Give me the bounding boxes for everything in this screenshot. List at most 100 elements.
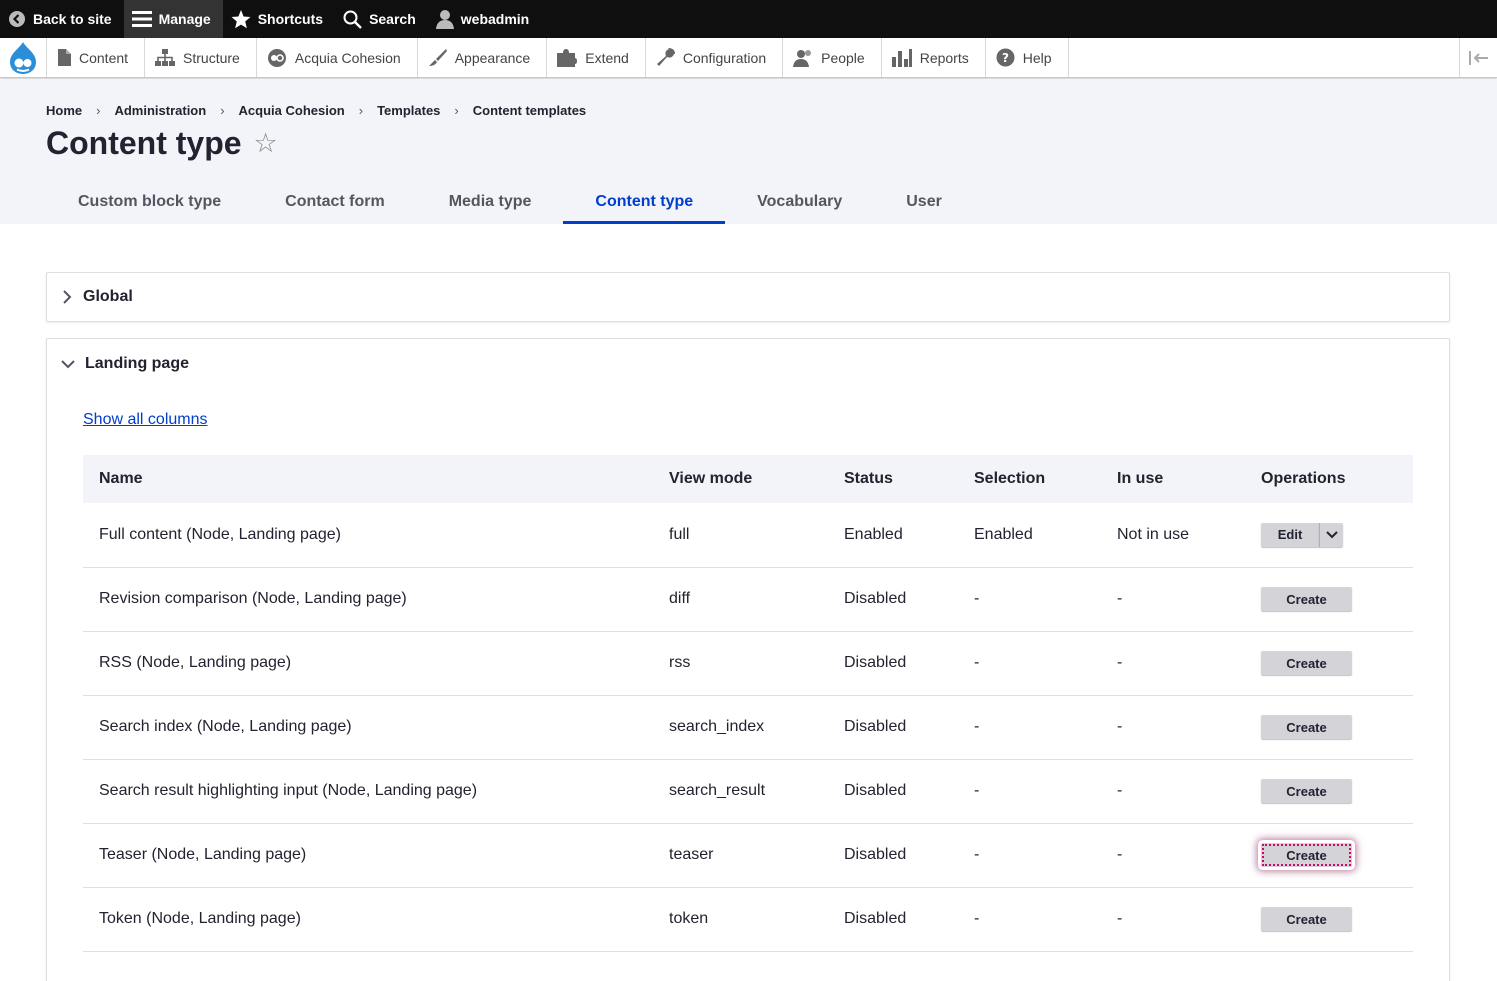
user-menu-button[interactable]: webadmin	[428, 0, 541, 38]
cell-view-mode: diff	[669, 590, 691, 607]
drupal-drop-icon	[10, 41, 36, 74]
landing-page-details: Landing page Show all columns Name View …	[46, 338, 1450, 981]
search-icon	[343, 10, 362, 29]
page-title-text: Content type	[46, 125, 242, 161]
column-header-name: Name	[99, 470, 143, 487]
cell-operations: Create	[1245, 567, 1413, 631]
tray-item-configuration[interactable]: Configuration	[646, 38, 784, 77]
create-button-focused[interactable]: Create	[1261, 843, 1352, 867]
tab-vocabulary[interactable]: Vocabulary	[725, 180, 874, 224]
create-button[interactable]: Create	[1261, 715, 1352, 739]
tab-media-type[interactable]: Media type	[417, 180, 564, 224]
cell-in-use: -	[1117, 846, 1123, 863]
column-header-status: Status	[844, 470, 893, 487]
tray-item-people[interactable]: People	[783, 38, 882, 77]
puzzle-icon	[557, 48, 578, 67]
chevron-down-icon	[61, 360, 75, 369]
cell-selection: -	[974, 910, 980, 927]
cell-selection: -	[974, 654, 980, 671]
cell-name: Search index (Node, Landing page)	[99, 718, 352, 735]
tab-contact-form[interactable]: Contact form	[253, 180, 417, 224]
tray-item-appearance[interactable]: Appearance	[418, 38, 548, 77]
tab-content-type[interactable]: Content type	[563, 180, 725, 224]
table-row: Token (Node, Landing page) token Disable…	[83, 887, 1413, 951]
edit-button[interactable]: Edit	[1261, 522, 1319, 547]
create-button[interactable]: Create	[1261, 907, 1352, 931]
cell-status: Disabled	[844, 782, 907, 799]
breadcrumb-content-templates[interactable]: Content templates	[473, 103, 586, 118]
back-to-site-link[interactable]: Back to site	[0, 0, 124, 38]
cell-selection: Enabled	[974, 525, 1033, 543]
breadcrumb-templates[interactable]: Templates	[377, 103, 440, 118]
show-all-columns-link[interactable]: Show all columns	[83, 411, 208, 429]
tray-item-help[interactable]: ? Help	[986, 38, 1069, 77]
paintbrush-icon	[428, 49, 447, 66]
tray-orientation-toggle[interactable]	[1459, 38, 1497, 77]
chevron-down-icon	[1325, 531, 1338, 539]
back-arrow-icon	[9, 11, 25, 27]
shortcuts-label: Shortcuts	[257, 11, 324, 27]
document-icon	[58, 49, 71, 66]
cell-operations: Edit	[1245, 503, 1413, 567]
tray-item-extend[interactable]: Extend	[547, 38, 646, 77]
cell-status: Disabled	[844, 718, 907, 735]
cell-status: Enabled	[844, 525, 903, 543]
tray-item-label: Help	[1022, 49, 1052, 66]
breadcrumb-separator: ›	[220, 103, 225, 118]
page-title: Content type ☆	[46, 125, 278, 162]
cell-operations: Create	[1245, 887, 1413, 951]
manage-button[interactable]: Manage	[123, 0, 223, 38]
cell-selection: -	[974, 718, 980, 735]
cell-operations: Create	[1245, 823, 1413, 887]
page-header: Home › Administration › Acquia Cohesion …	[0, 79, 1497, 224]
dropbutton-toggle[interactable]	[1319, 522, 1343, 547]
sitemap-icon	[155, 49, 176, 66]
shortcuts-button[interactable]: Shortcuts	[223, 0, 335, 38]
breadcrumb-separator: ›	[358, 103, 364, 118]
tray-item-label: Structure	[183, 49, 240, 66]
search-button[interactable]: Search	[335, 0, 428, 38]
tab-user[interactable]: User	[874, 180, 974, 224]
tray-item-label: Content	[79, 49, 129, 66]
table-row: Revision comparison (Node, Landing page)…	[83, 567, 1413, 631]
table-header-row: Name View mode Status Selection In use O…	[83, 455, 1413, 503]
breadcrumb-administration[interactable]: Administration	[114, 103, 206, 118]
cell-operations: Create	[1245, 759, 1413, 823]
column-header-operations: Operations	[1261, 470, 1346, 487]
cell-operations: Create	[1245, 695, 1413, 759]
shortcut-star-icon[interactable]: ☆	[254, 128, 278, 159]
cell-name: Full content (Node, Landing page)	[99, 525, 341, 543]
hamburger-icon	[131, 11, 152, 27]
cell-name: Search result highlighting input (Node, …	[99, 782, 478, 799]
tray-item-content[interactable]: Content	[47, 38, 146, 77]
global-summary[interactable]: Global	[47, 273, 1449, 321]
create-button[interactable]: Create	[1261, 651, 1352, 675]
tab-custom-block-type[interactable]: Custom block type	[46, 180, 253, 224]
breadcrumb-home[interactable]: Home	[46, 103, 82, 118]
cell-view-mode: teaser	[669, 846, 714, 863]
cell-in-use: -	[1117, 654, 1123, 671]
tray-item-label: Acquia Cohesion	[294, 49, 401, 66]
create-button[interactable]: Create	[1261, 779, 1352, 803]
column-header-selection: Selection	[974, 470, 1046, 487]
tray-item-label: Extend	[585, 49, 629, 66]
tray-item-structure[interactable]: Structure	[145, 38, 257, 77]
breadcrumb-acquia-cohesion[interactable]: Acquia Cohesion	[239, 103, 345, 118]
table-row: RSS (Node, Landing page) rss Disabled - …	[83, 631, 1413, 695]
chevron-right-icon	[63, 290, 72, 304]
drupal-logo[interactable]	[0, 38, 47, 77]
global-summary-label: Global	[83, 288, 133, 305]
collapse-left-icon	[1468, 50, 1488, 65]
cell-selection: -	[974, 846, 980, 863]
tabs: Custom block type Contact form Media typ…	[46, 180, 974, 224]
edit-dropbutton: Edit	[1261, 522, 1343, 547]
tray-item-acquia-cohesion[interactable]: Acquia Cohesion	[257, 38, 418, 77]
tray-item-reports[interactable]: Reports	[882, 38, 986, 77]
tray-item-label: People	[821, 49, 865, 66]
create-button[interactable]: Create	[1261, 587, 1352, 611]
back-to-site-label: Back to site	[33, 11, 112, 27]
people-icon	[793, 49, 812, 67]
landing-page-summary[interactable]: Landing page	[47, 339, 1449, 389]
cell-in-use: -	[1117, 782, 1123, 799]
global-details: Global	[46, 272, 1450, 322]
